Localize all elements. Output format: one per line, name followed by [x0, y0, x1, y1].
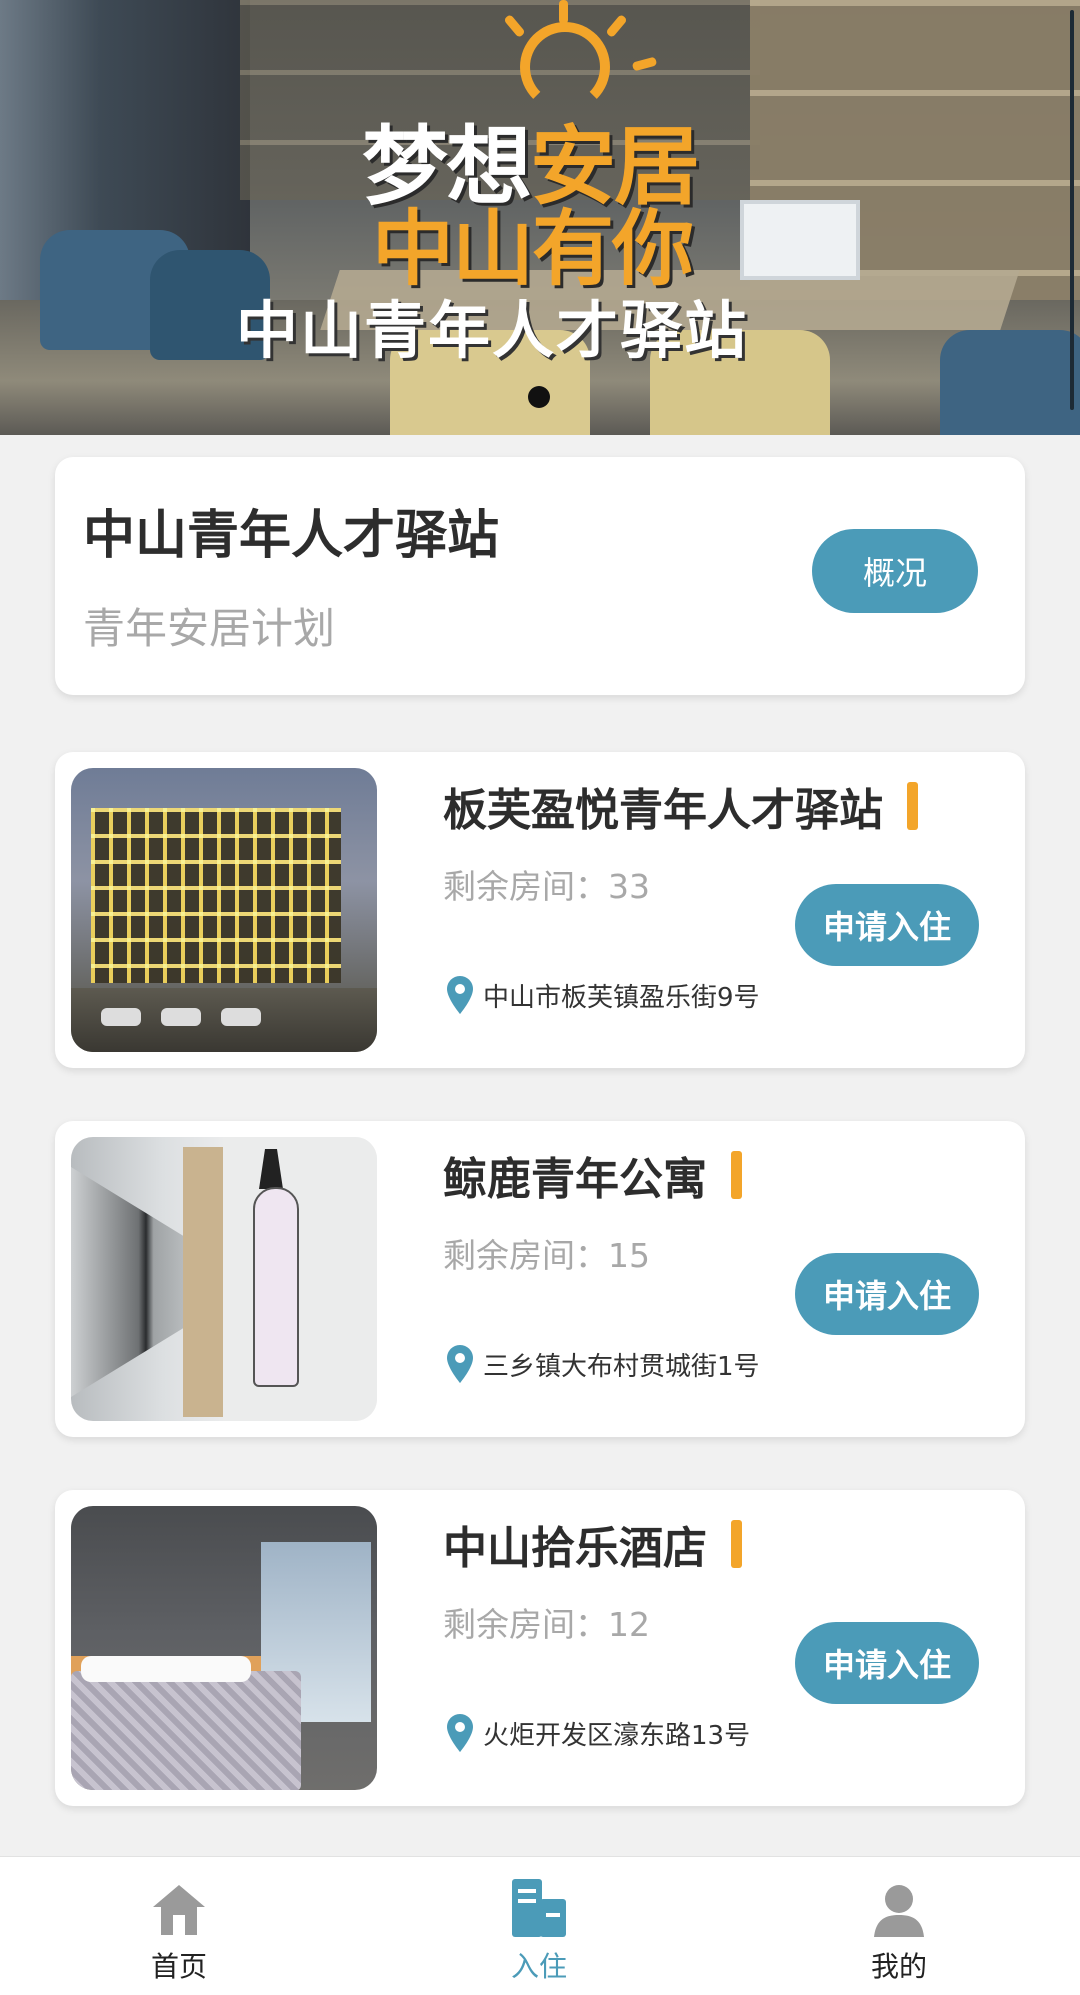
- sun-ray-icon: [559, 0, 568, 24]
- user-icon: [872, 1875, 926, 1937]
- listing-name-text: 中山拾乐酒店: [443, 1523, 707, 1574]
- rooms-remaining-count: 15: [608, 1236, 650, 1275]
- listing-address: 三乡镇大布村贯城街1号: [447, 1345, 760, 1383]
- tab-mine[interactable]: 我的: [799, 1857, 999, 1995]
- accent-bar: [731, 1151, 742, 1199]
- tab-home[interactable]: 首页: [79, 1857, 279, 1995]
- listing-address: 中山市板芙镇盈乐街9号: [447, 976, 760, 1014]
- listing-photo[interactable]: [71, 1506, 377, 1790]
- listing-card[interactable]: 鲸鹿青年公寓 剩余房间：15 申请入住 三乡镇大布村贯城街1号: [55, 1121, 1025, 1437]
- banner-photo-monitor: [740, 200, 860, 280]
- listing-address: 火炬开发区濠东路13号: [447, 1714, 750, 1752]
- listing-card[interactable]: 板芙盈悦青年人才驿站 剩余房间：33 申请入住 中山市板芙镇盈乐街9号: [55, 752, 1025, 1068]
- scrollbar[interactable]: [1070, 10, 1074, 410]
- listing-name-text: 板芙盈悦青年人才驿站: [443, 785, 883, 836]
- photo-wall: [223, 1137, 377, 1421]
- tab-label: 入住: [510, 1950, 567, 1983]
- rooms-remaining-label: 剩余房间：: [443, 1605, 608, 1644]
- station-subtitle: 青年安居计划: [83, 604, 336, 653]
- location-pin-icon: [447, 1714, 473, 1752]
- tab-checkin[interactable]: 入住: [439, 1857, 639, 1995]
- rooms-remaining: 剩余房间：15: [443, 1229, 650, 1277]
- photo-bed: [71, 1671, 301, 1790]
- building-icon: [510, 1875, 568, 1937]
- location-pin-icon: [447, 976, 473, 1014]
- photo-building-facade: [91, 808, 341, 983]
- apply-button[interactable]: 申请入住: [795, 884, 979, 966]
- banner-carousel[interactable]: 梦想安居 中山有你 中山青年人才驿站: [0, 0, 1080, 435]
- station-title: 中山青年人才驿站: [83, 506, 500, 566]
- rooms-remaining-label: 剩余房间：: [443, 867, 608, 906]
- apply-button[interactable]: 申请入住: [795, 1622, 979, 1704]
- apply-button[interactable]: 申请入住: [795, 1253, 979, 1335]
- photo-pillows: [81, 1656, 251, 1682]
- station-summary-card: 中山青年人才驿站 青年安居计划 概况: [55, 457, 1025, 695]
- rooms-remaining: 剩余房间：33: [443, 860, 650, 908]
- overview-button[interactable]: 概况: [812, 529, 978, 613]
- listing-address-text: 三乡镇大布村贯城街1号: [483, 1351, 760, 1382]
- listing-photo[interactable]: [71, 768, 377, 1052]
- listing-address-text: 火炬开发区濠东路13号: [483, 1720, 751, 1751]
- banner-slogan-line3: 中山青年人才驿站: [236, 294, 749, 367]
- listing-name: 中山拾乐酒店: [443, 1512, 742, 1576]
- photo-car: [221, 1008, 261, 1026]
- listing-name: 鲸鹿青年公寓: [443, 1143, 742, 1207]
- photo-car: [101, 1008, 141, 1026]
- rooms-remaining: 剩余房间：12: [443, 1598, 650, 1646]
- listing-photo[interactable]: [71, 1137, 377, 1421]
- photo-mural-figure: [253, 1187, 299, 1387]
- tab-label: 我的: [870, 1950, 927, 1983]
- rooms-remaining-count: 12: [608, 1605, 650, 1644]
- accent-bar: [907, 782, 918, 830]
- tab-label: 首页: [150, 1950, 207, 1983]
- listing-name: 板芙盈悦青年人才驿站: [443, 774, 918, 838]
- listing-address-text: 中山市板芙镇盈乐街9号: [483, 982, 760, 1013]
- banner-photo-chair: [940, 330, 1080, 435]
- accent-bar: [731, 1520, 742, 1568]
- home-icon: [151, 1875, 207, 1937]
- rooms-remaining-count: 33: [608, 867, 650, 906]
- carousel-pager-dot[interactable]: [528, 386, 550, 408]
- bottom-tab-bar: 首页 入住 我的: [0, 1856, 1080, 1995]
- photo-door: [183, 1147, 223, 1417]
- listing-name-text: 鲸鹿青年公寓: [443, 1154, 707, 1205]
- listing-card[interactable]: 中山拾乐酒店 剩余房间：12 申请入住 火炬开发区濠东路13号: [55, 1490, 1025, 1806]
- location-pin-icon: [447, 1345, 473, 1383]
- photo-car: [161, 1008, 201, 1026]
- rooms-remaining-label: 剩余房间：: [443, 1236, 608, 1275]
